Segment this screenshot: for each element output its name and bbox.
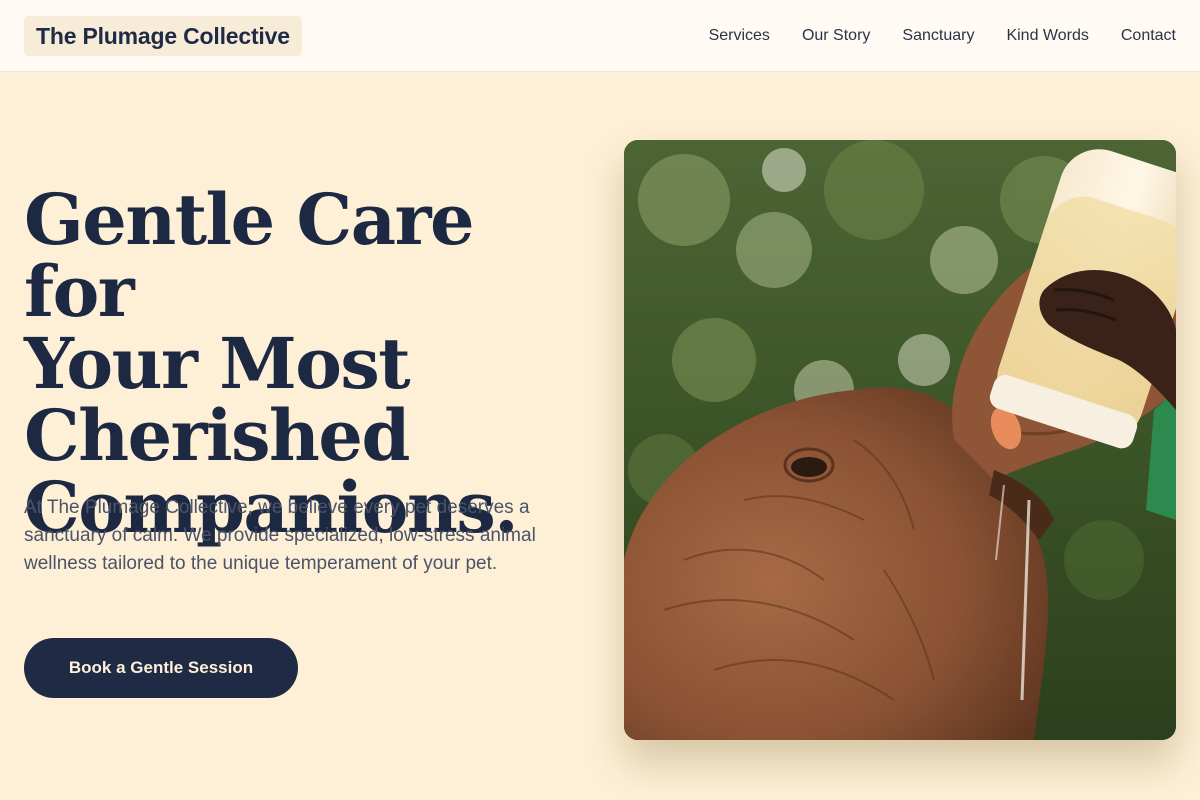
headline-line: Cherished xyxy=(24,394,410,477)
hero-photo xyxy=(624,140,1176,740)
nav-link-services[interactable]: Services xyxy=(709,27,770,45)
nav-link-contact[interactable]: Contact xyxy=(1121,27,1176,45)
brand-logo[interactable]: The Plumage Collective xyxy=(24,16,302,56)
nav-link-sanctuary[interactable]: Sanctuary xyxy=(902,27,974,45)
headline-line: Your Most xyxy=(24,322,411,405)
elephant-feeding-image xyxy=(624,140,1176,740)
main-nav: Services Our Story Sanctuary Kind Words … xyxy=(709,0,1176,72)
nav-link-kind-words[interactable]: Kind Words xyxy=(1006,27,1088,45)
book-session-button[interactable]: Book a Gentle Session xyxy=(24,638,298,698)
headline-line: Gentle Care for xyxy=(24,178,475,333)
hero-lead-paragraph: At The Plumage Collective, we believe ev… xyxy=(24,497,536,574)
hero-headline: Gentle Care for Your Most Cherished Comp… xyxy=(24,184,594,544)
site-header: The Plumage Collective Services Our Stor… xyxy=(0,0,1200,72)
nav-link-our-story[interactable]: Our Story xyxy=(802,27,870,45)
